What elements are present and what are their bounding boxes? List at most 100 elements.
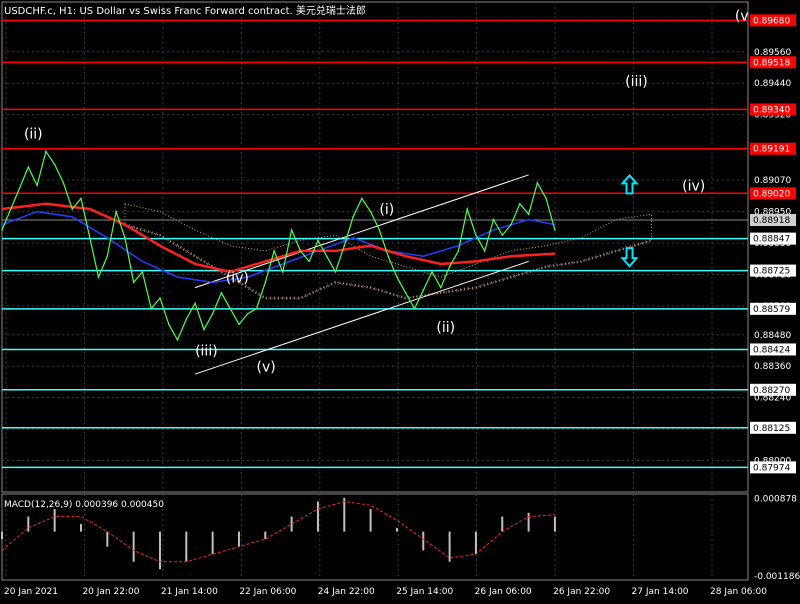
price-point [238,323,240,326]
price-point [185,318,188,320]
price-point [422,289,425,292]
price-point [80,197,82,200]
price-point [448,265,451,268]
price-point [246,313,249,315]
price-point [141,271,144,273]
price-point [45,150,47,153]
level-price-label: 0.88725 [753,267,790,277]
price-point [317,239,319,242]
x-tick-label: 25 Jan 14:00 [396,587,453,597]
x-tick-label: 24 Jan 22:00 [318,587,375,597]
y-tick-label: 0.88480 [754,331,791,341]
price-point [483,250,486,252]
price-point [203,328,205,331]
price-point [440,286,442,289]
price-point [14,197,16,200]
wave-label: (ii) [24,126,43,142]
price-point [343,244,346,247]
price-point [159,297,161,299]
price-point [352,216,354,218]
x-tick-label: 26 Jan 22:00 [553,587,610,597]
price-point [466,208,468,210]
price-point [124,237,126,239]
level-price-label: 0.89020 [753,189,790,199]
price-point [413,307,416,310]
price-point [334,271,337,273]
price-point [325,255,328,257]
price-point [132,281,135,284]
price-point [554,229,556,231]
level-price-label: 0.88847 [753,235,790,245]
price-point [492,218,495,221]
price-point [53,163,56,166]
macd-label: MACD(12,26,9) 0.000396 0.000450 [4,500,164,510]
price-point [361,197,363,200]
x-tick-label: 21 Jan 14:00 [161,587,218,597]
price-point [27,166,30,168]
price-point [1,229,3,231]
price-point [264,281,267,284]
level-price-label: 0.89340 [753,105,790,115]
price-point [475,234,477,237]
price-point [71,208,74,210]
chart-svg: 20 Jan 2021 20 Jan 22:00 21 Jan 14:00 22 Ja… [1,1,800,597]
price-point [176,339,179,341]
wave-label: (iv) [226,270,249,286]
wave-label: (iii) [195,344,218,360]
current-price-label: 0.88918 [753,216,790,226]
price-point [115,210,117,213]
price-point [501,234,504,237]
wave-label: (i) [379,202,394,218]
macd-y-tick-label: -0.001186 [754,572,800,582]
x-tick-label: 20 Jan 2021 [4,587,58,597]
price-point [167,323,170,326]
up-arrow-icon [620,173,639,195]
price-point [527,213,530,216]
price-point [273,250,275,252]
price-point [299,250,302,252]
price-point [150,307,152,310]
price-point [396,276,398,278]
level-price-label: 0.88270 [753,386,790,396]
wave-label: (v [735,8,749,24]
wave-label: (ii) [436,320,455,336]
wave-label: (iv) [682,179,705,195]
level-price-label: 0.88424 [753,345,790,355]
price-point [536,182,539,184]
x-tick-label: 26 Jan 06:00 [475,587,532,597]
x-tick-label: 27 Jan 14:00 [632,587,689,597]
price-point [194,302,196,305]
price-point [88,237,91,239]
price-point [378,229,381,231]
price-point [211,313,214,315]
price-point [387,255,389,257]
chart: 20 Jan 2021 20 Jan 22:00 21 Jan 14:00 22 Ja… [0,0,800,600]
level-price-label: 0.89680 [753,16,790,26]
x-tick-label: 20 Jan 22:00 [82,587,139,597]
price-point [62,182,65,184]
price-point [519,202,521,205]
price-point [369,210,372,213]
y-tick-label: 0.89070 [754,176,791,186]
level-price-label: 0.89191 [753,145,790,155]
price-point [290,229,293,231]
price-point [106,255,109,257]
wave-label: (v) [257,359,276,375]
price-point [308,260,310,263]
price-point [457,250,460,252]
price-point [97,276,100,278]
price-point [220,292,223,294]
price-point [545,197,547,200]
price-point [404,292,407,294]
level-price-label: 0.87974 [753,463,790,473]
x-tick-label: 22 Jan 06:00 [239,587,296,597]
price-point [36,184,38,187]
y-tick-label: 0.88360 [754,362,791,372]
level-price-label: 0.88579 [753,305,790,315]
x-tick-label: 28 Jan 06:00 [710,587,767,597]
down-arrow-icon [620,247,639,268]
chart-title: USDCHF.c, H1: US Dollar vs Swiss Franc F… [4,6,366,17]
price-point [229,307,231,310]
level-price-label: 0.89518 [753,58,790,68]
price-point [282,271,284,273]
